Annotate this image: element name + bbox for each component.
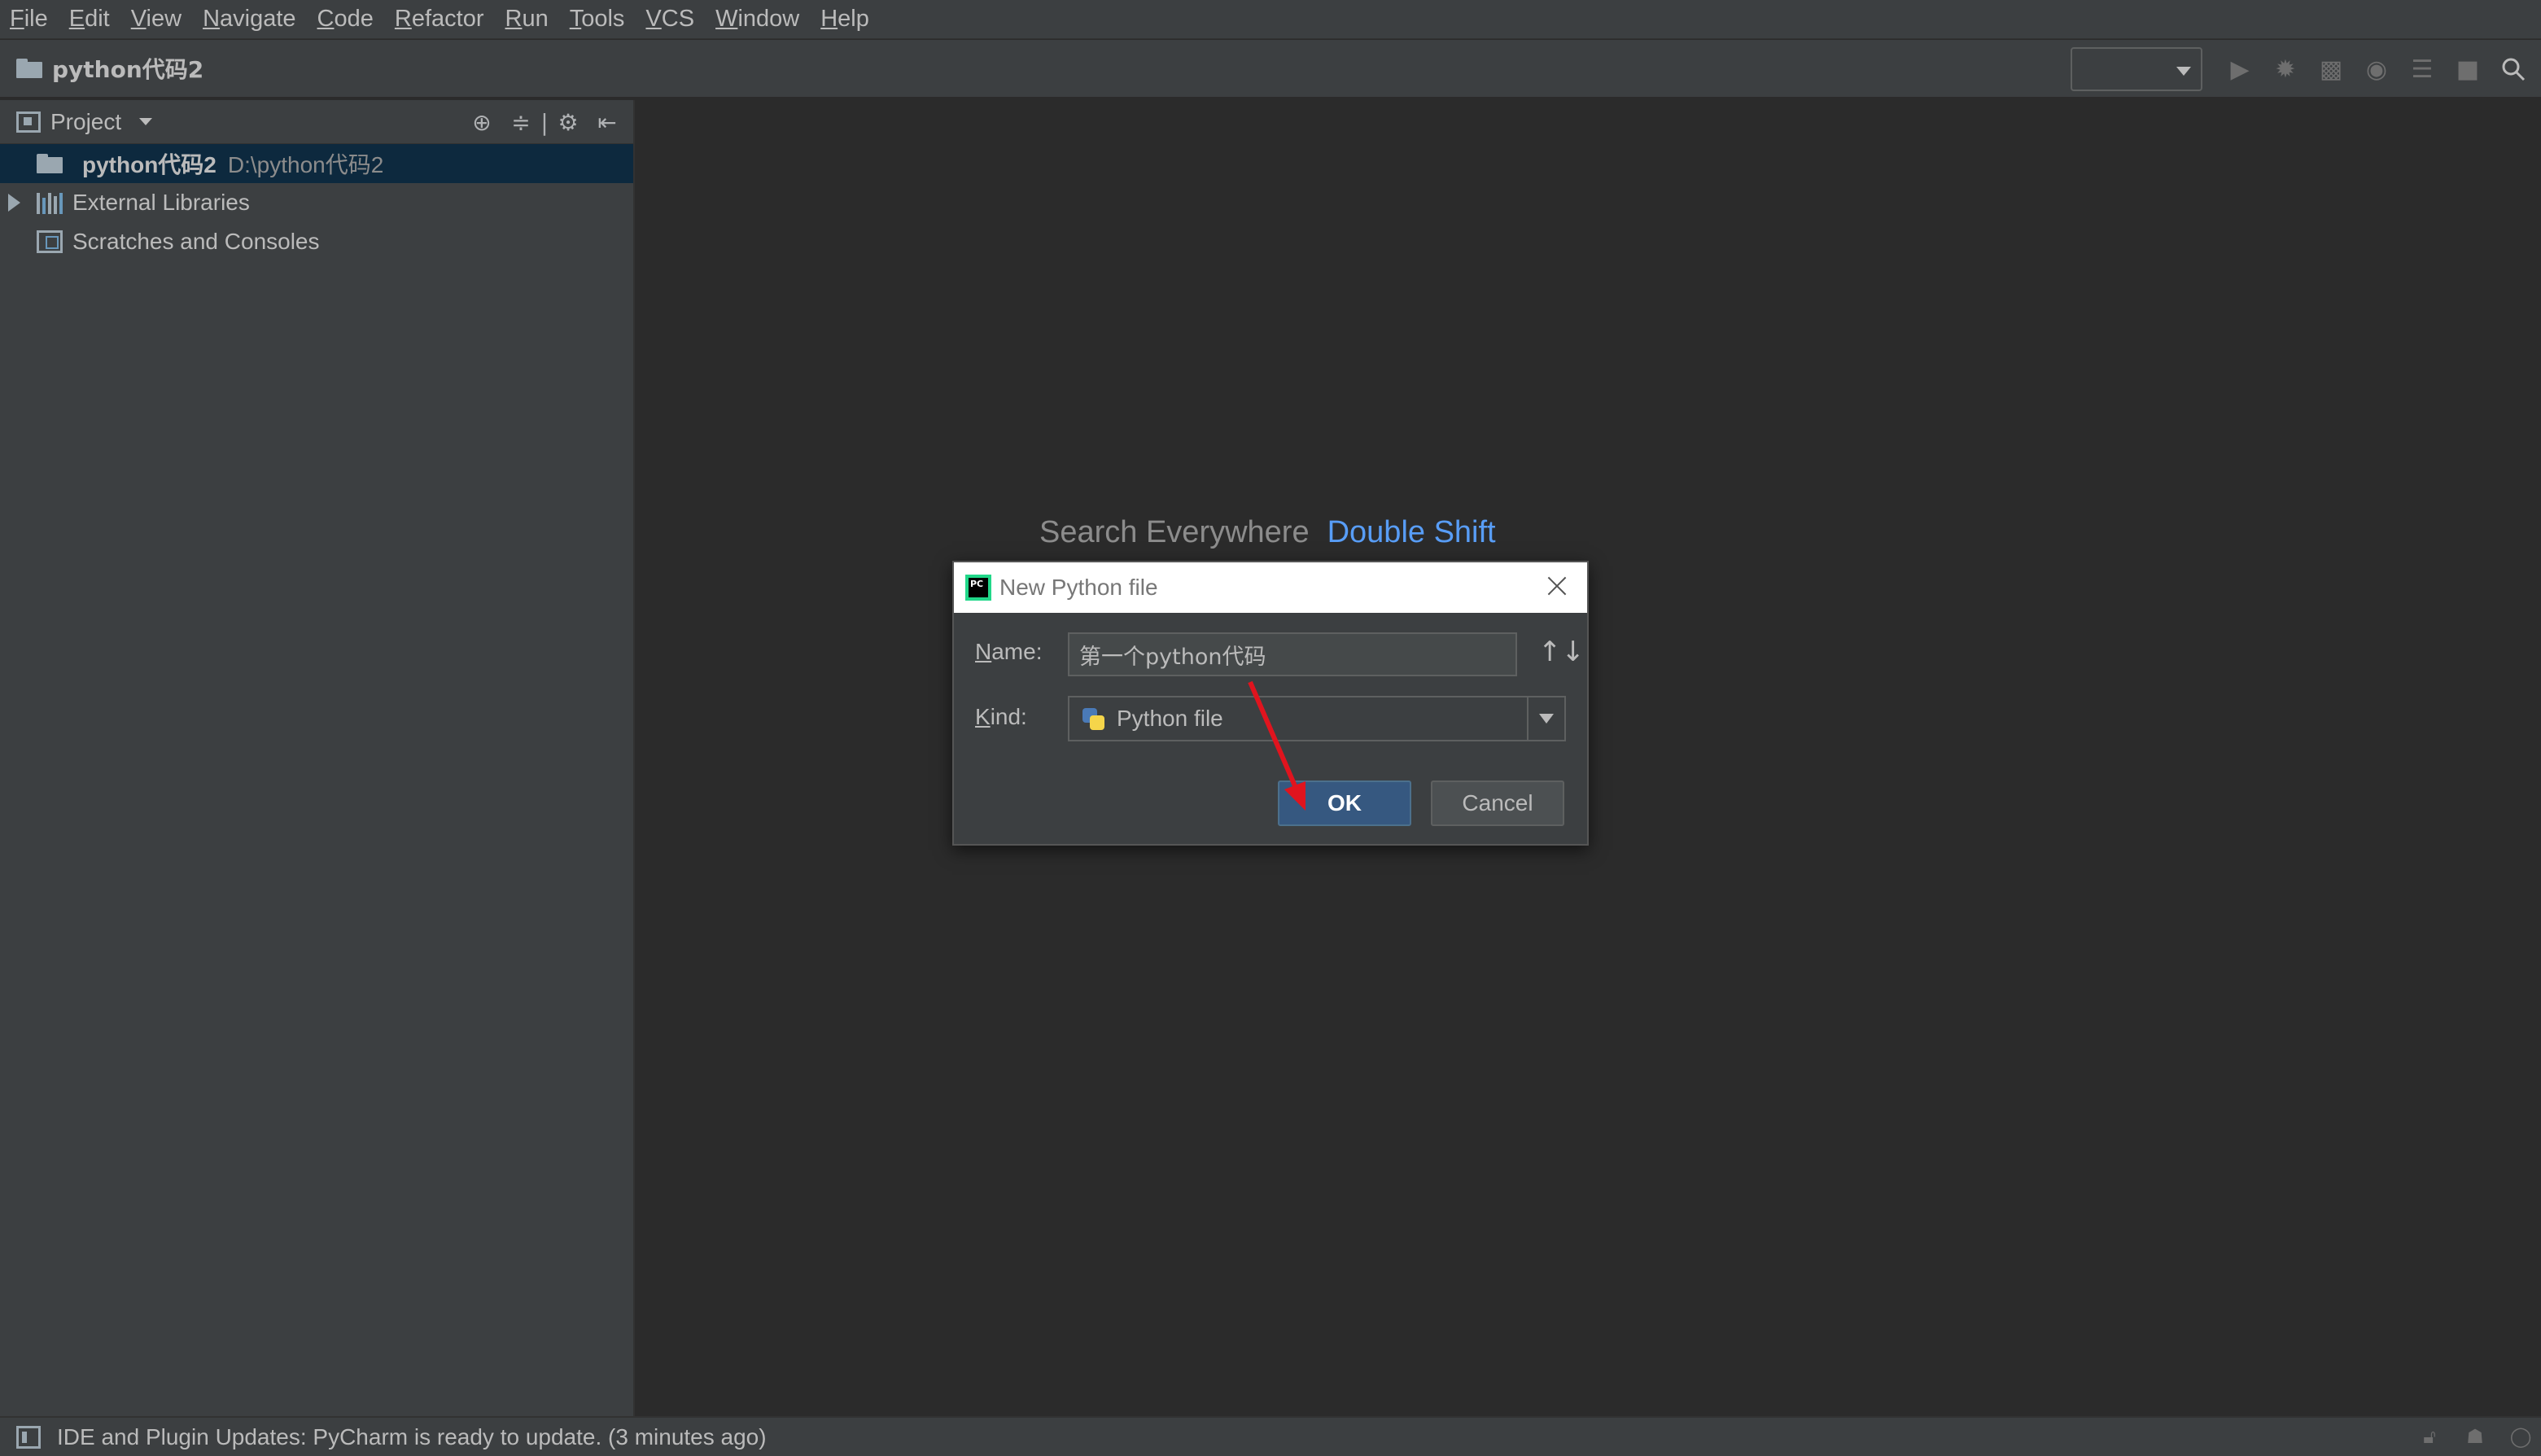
gear-icon[interactable]: ⚙ [550,105,586,139]
run-toolbar: ▶ ✹ ▩ ◉ ☰ ■ [2071,40,2541,98]
kind-label: Kind: [975,704,1027,729]
folder-icon [37,154,63,173]
menu-bar: File Edit View Navigate Code Refactor Ru… [0,0,2541,39]
run-configuration-select[interactable] [2071,47,2202,91]
tree-item-scratches[interactable]: Scratches and Consoles [0,222,633,261]
menu-vcs[interactable]: VCS [645,6,694,33]
chevron-down-icon [1539,714,1554,724]
debug-icon[interactable]: ✹ [2268,51,2303,87]
menu-navigate[interactable]: Navigate [203,6,295,33]
hint-shortcut: Double Shift [1327,515,1496,549]
tree-item-project-root[interactable]: python代码2 D:\python代码2 [0,144,633,183]
run-icon[interactable]: ▶ [2222,51,2258,87]
file-name-input[interactable] [1068,632,1517,676]
pycharm-logo-icon: PC [965,575,991,601]
concurrency-icon[interactable]: ☰ [2404,51,2440,87]
project-tool-window: Project ⊕ ≑ | ⚙ ⇤ python代码2 D:\python代码2… [0,100,635,1416]
menu-view[interactable]: View [131,6,182,33]
cancel-button[interactable]: Cancel [1431,780,1564,826]
ok-button[interactable]: OK [1278,780,1411,826]
navigation-bar: python代码2 ▶ ✹ ▩ ◉ ☰ ■ [0,40,2541,98]
menu-code[interactable]: Code [317,6,374,33]
tool-windows-icon[interactable] [16,1425,41,1449]
menu-run[interactable]: Run [505,6,549,33]
lock-icon[interactable]: 🔓︎ [2417,1424,2442,1449]
stop-icon[interactable]: ■ [2450,51,2486,87]
name-label: Name: [975,639,1043,664]
breadcrumb[interactable]: python代码2 [16,52,203,85]
hide-panel-icon[interactable]: ⇤ [589,105,625,139]
dialog-titlebar: PC New Python file [954,562,1587,613]
search-icon[interactable] [2495,51,2531,87]
inspector-icon[interactable]: ☗ [2463,1424,2487,1449]
status-bar: IDE and Plugin Updates: PyCharm is ready… [0,1416,2541,1456]
collapse-all-icon[interactable]: ≑ [503,105,539,139]
new-python-file-dialog: PC New Python file Name: ↑↓ Kind: Python… [952,561,1589,846]
project-view-icon [16,111,41,133]
library-icon [37,191,63,214]
kind-dropdown-button[interactable] [1527,697,1564,740]
profile-icon[interactable]: ◉ [2359,51,2394,87]
menu-edit[interactable]: Edit [69,6,110,33]
divider: | [540,108,549,136]
menu-window[interactable]: Window [715,6,799,33]
tree-item-external-libraries[interactable]: External Libraries [0,183,633,222]
tree-item-label: External Libraries [72,190,250,215]
breadcrumb-project-name: python代码2 [52,56,204,83]
python-icon [1081,706,1105,731]
project-panel-title[interactable]: Project [50,109,121,135]
hint-text: Search Everywhere [1039,515,1310,549]
status-message[interactable]: IDE and Plugin Updates: PyCharm is ready… [57,1424,767,1450]
expand-arrow-icon[interactable] [8,194,20,212]
scratches-icon [37,230,63,253]
menu-tools[interactable]: Tools [570,6,625,33]
locate-file-icon[interactable]: ⊕ [464,105,500,139]
dialog-title: New Python file [999,575,1158,600]
menu-file[interactable]: File [10,6,48,33]
close-icon[interactable] [1545,574,1569,598]
coverage-icon[interactable]: ▩ [2313,51,2349,87]
status-right-icons: 🔓︎ ☗ ◯ [2417,1424,2533,1449]
menu-refactor[interactable]: Refactor [395,6,484,33]
file-kind-select[interactable]: Python file [1068,696,1566,741]
folder-icon [16,59,42,78]
tree-item-label: python代码2 [82,152,216,177]
sort-arrows-icon[interactable]: ↑↓ [1538,636,1585,668]
chevron-down-icon [2176,67,2191,76]
kind-selected-value: Python file [1117,706,1223,731]
chevron-down-icon[interactable] [139,118,153,125]
editor-empty-hint: Search Everywhere Double Shift [1039,515,1496,550]
tree-item-label: Scratches and Consoles [72,229,320,254]
project-tree: python代码2 D:\python代码2 External Librarie… [0,144,633,261]
menu-help[interactable]: Help [820,6,869,33]
project-panel-header: Project ⊕ ≑ | ⚙ ⇤ [0,100,633,144]
project-panel-tools: ⊕ ≑ | ⚙ ⇤ [461,105,625,139]
event-log-icon[interactable]: ◯ [2508,1424,2533,1449]
tree-item-path: D:\python代码2 [227,152,384,177]
